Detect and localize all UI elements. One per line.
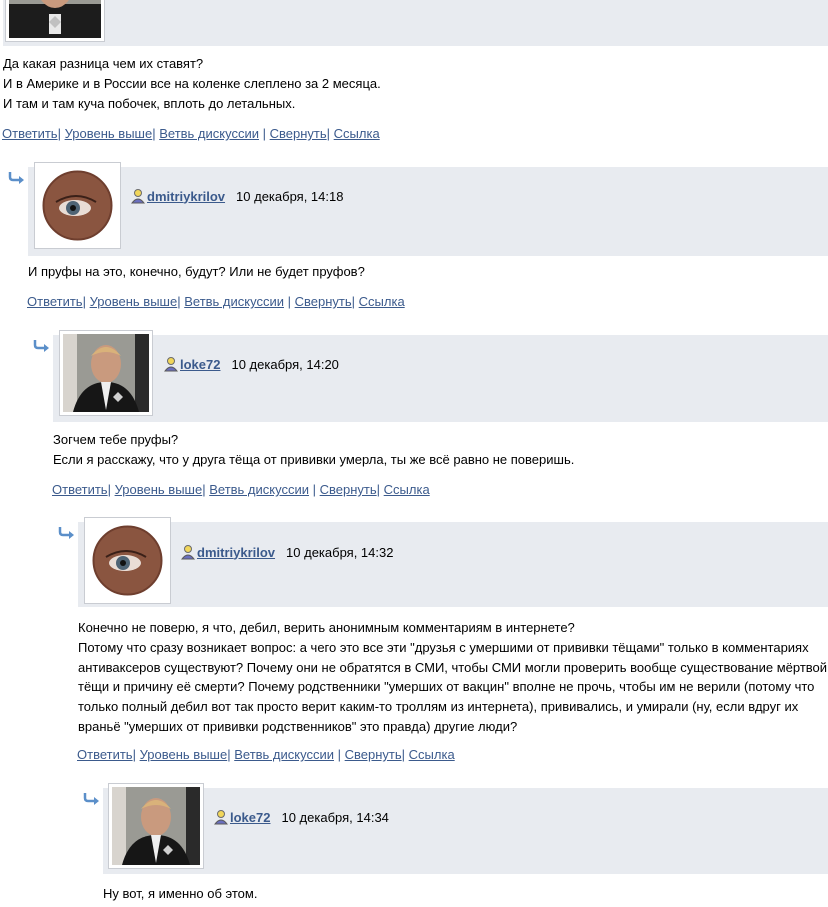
reply-arrow-icon [83,793,99,805]
level-up-link[interactable]: Уровень выше [90,294,178,309]
avatar[interactable] [34,162,121,249]
collapse-link[interactable]: Свернуть [320,482,377,497]
avatar[interactable] [59,330,153,416]
reply-arrow-icon [58,527,74,539]
collapse-link[interactable]: Свернуть [345,747,402,762]
username-link[interactable]: dmitriykrilov [197,545,275,560]
comment-actions: Ответить| Уровень выше| Ветвь дискуссии … [77,747,455,762]
user-icon [163,357,179,372]
comment-meta: dmitriykrilov 10 декабря, 14:32 [180,544,393,560]
avatar[interactable] [5,0,105,42]
comment-meta: dmitriykrilov 10 декабря, 14:18 [130,188,343,204]
level-up-link[interactable]: Уровень выше [65,126,153,141]
permalink-link[interactable]: Ссылка [359,294,405,309]
comment-header [53,335,828,422]
comment-meta: loke72 10 декабря, 14:34 [213,809,389,825]
reply-link[interactable]: Ответить [77,747,133,762]
eye-avatar [88,521,167,600]
comment-date: 10 декабря, 14:34 [281,809,389,825]
comment-date: 10 декабря, 14:18 [236,188,344,204]
branch-link[interactable]: Ветвь дискуссии [209,482,309,497]
comment-header [78,522,828,607]
reply-arrow-icon [33,340,49,352]
comment-header-top [3,0,828,46]
man-photo-avatar [63,334,149,412]
comment-date: 10 декабря, 14:32 [286,544,394,560]
username-link[interactable]: loke72 [230,810,270,825]
user-icon [213,810,229,825]
level-up-link[interactable]: Уровень выше [115,482,203,497]
comment-actions: Ответить| Уровень выше| Ветвь дискуссии … [2,126,380,141]
branch-link[interactable]: Ветвь дискуссии [234,747,334,762]
branch-link[interactable]: Ветвь дискуссии [184,294,284,309]
collapse-link[interactable]: Свернуть [270,126,327,141]
avatar[interactable] [108,783,204,869]
username-link[interactable]: loke72 [180,357,220,372]
comment-actions: Ответить| Уровень выше| Ветвь дискуссии … [27,294,405,309]
branch-link[interactable]: Ветвь дискуссии [159,126,259,141]
reply-link[interactable]: Ответить [2,126,58,141]
comment-header [103,788,828,874]
comment-text: Конечно не поверю, я что, дебил, верить … [78,620,828,734]
comment-text: Зогчем тебе пруфы? Если я расскажу, что … [53,432,575,467]
eye-avatar [38,166,117,245]
user-icon [180,545,196,560]
permalink-link[interactable]: Ссылка [409,747,455,762]
avatar[interactable] [84,517,171,604]
user-icon [130,189,146,204]
username-link[interactable]: dmitriykrilov [147,189,225,204]
comment-meta: loke72 10 декабря, 14:20 [163,356,339,372]
man-photo-avatar [112,787,200,865]
permalink-link[interactable]: Ссылка [334,126,380,141]
comment-header [28,167,828,256]
comment-date: 10 декабря, 14:20 [231,356,339,372]
reply-link[interactable]: Ответить [52,482,108,497]
comment-actions: Ответить| Уровень выше| Ветвь дискуссии … [52,482,430,497]
reply-link[interactable]: Ответить [27,294,83,309]
comment-text: И пруфы на это, конечно, будут? Или не б… [28,264,365,279]
level-up-link[interactable]: Уровень выше [140,747,228,762]
collapse-link[interactable]: Свернуть [295,294,352,309]
comment-text: Да какая разница чем их ставят? И в Амер… [3,56,381,111]
comment-text: Ну вот, я именно об этом. [103,886,258,901]
permalink-link[interactable]: Ссылка [384,482,430,497]
man-photo-avatar [9,0,101,38]
reply-arrow-icon [8,172,24,184]
